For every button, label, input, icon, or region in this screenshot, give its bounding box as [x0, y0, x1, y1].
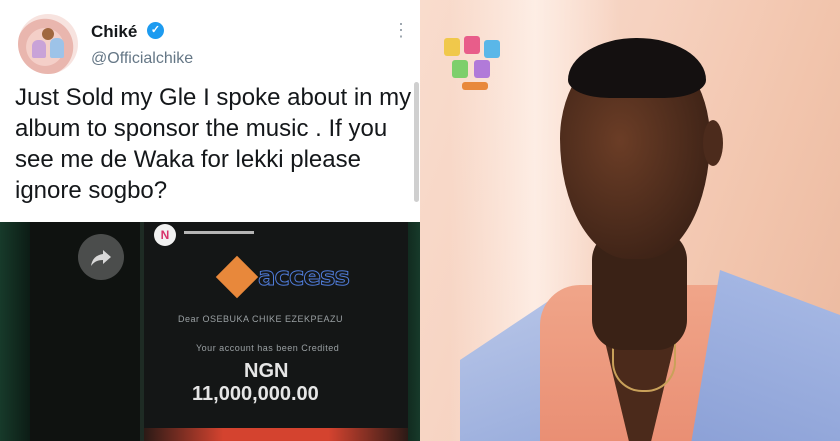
action-bar — [144, 428, 408, 441]
credit-alert-card: N ▬▬▬▬▬▬▬ access Dear OSEBUKA CHIKE EZEK… — [140, 222, 408, 441]
tweet-text: Just Sold my Gle I spoke about in my alb… — [15, 84, 412, 204]
logo-part — [444, 38, 460, 56]
logo-part — [474, 60, 490, 78]
verified-badge-icon: ✓ — [147, 22, 164, 39]
ear — [703, 120, 723, 166]
sender-avatar: N — [154, 224, 176, 246]
artist-photo — [420, 0, 840, 441]
profile-avatar[interactable] — [18, 14, 78, 74]
sender-name: ▬▬▬▬▬▬▬ — [184, 226, 254, 237]
bank-alert-screenshot: N ▬▬▬▬▬▬▬ access Dear OSEBUKA CHIKE EZEK… — [0, 222, 420, 441]
user-handle[interactable]: @Officialchike — [91, 50, 193, 68]
share-button[interactable] — [78, 234, 124, 280]
currency-code: NGN — [244, 360, 289, 382]
avatar-art — [50, 38, 64, 58]
logo-part — [464, 36, 480, 54]
tweet-panel: Chiké ✓ @Officialchike ⋮ Just Sold my Gl… — [0, 0, 420, 441]
logo-part — [462, 82, 488, 90]
share-arrow-icon — [91, 250, 111, 266]
credited-amount: 11,000,000.00 — [192, 383, 319, 405]
logo-part — [484, 40, 500, 58]
more-options-icon[interactable]: ⋮ — [392, 20, 410, 41]
avatar-art — [32, 40, 46, 58]
display-name[interactable]: Chiké — [91, 22, 137, 42]
decoration — [0, 222, 30, 441]
credit-status-text: Your account has been Credited — [196, 343, 340, 353]
bank-logo-text: access — [258, 262, 351, 293]
logo-part — [452, 60, 468, 78]
tweet-card[interactable]: Chiké ✓ @Officialchike ⋮ Just Sold my Gl… — [0, 0, 420, 220]
greeting-text: Dear OSEBUKA CHIKE EZEKPEAZU — [178, 314, 344, 324]
access-bank-logo-icon — [215, 255, 259, 299]
watermark-logo-icon — [440, 36, 510, 102]
scrollbar[interactable] — [414, 82, 419, 202]
